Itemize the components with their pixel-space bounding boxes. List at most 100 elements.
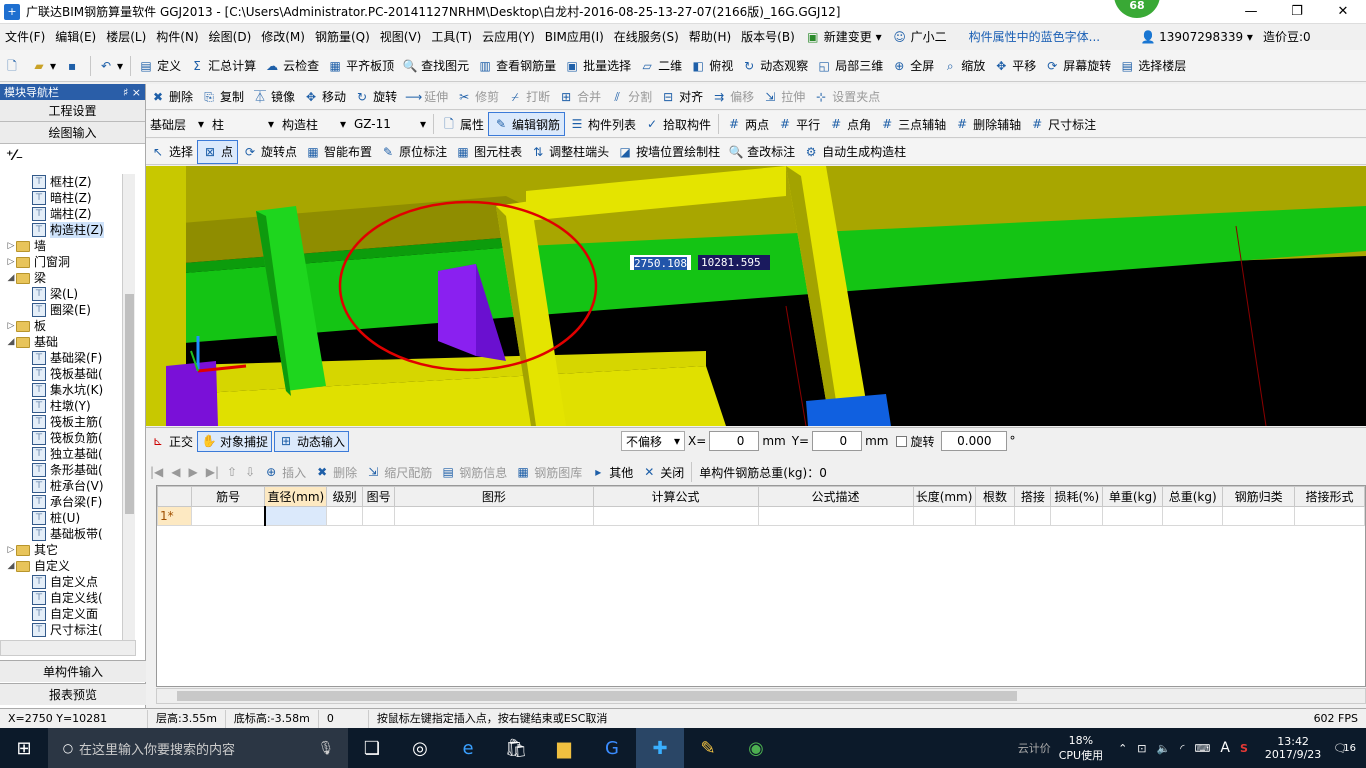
menu-item-0[interactable]: 文件(F) — [0, 25, 50, 49]
expand-collapse-tools[interactable]: ⁺⁄₋ — [0, 144, 145, 168]
draw-tool-0[interactable]: ↖ 选择 — [146, 140, 197, 164]
app-explorer[interactable]: ▆ — [540, 728, 588, 768]
ortho-toggle[interactable]: ⊾ 正交 — [146, 429, 197, 453]
column-header-2[interactable]: 直径(mm) — [264, 486, 328, 507]
coord-x-input[interactable]: 2750.108 — [630, 255, 691, 270]
edit-item-10[interactable]: ⊟ 对齐 — [656, 85, 707, 109]
edit-item-7[interactable]: ⌿ 打断 — [503, 85, 554, 109]
rebar-tool-4[interactable]: ▦ 钢筋图库 — [511, 460, 586, 484]
tray-cloud-label[interactable]: 云计价 — [1018, 740, 1051, 756]
menu-item-8[interactable]: 工具(T) — [426, 25, 477, 49]
menu-item-13[interactable]: 版本号(B) — [736, 25, 800, 49]
tree-node-9[interactable]: ▷ 板 — [4, 318, 136, 334]
draw-tool-7[interactable]: ◪ 按墙位置绘制柱 — [613, 140, 724, 164]
tree-node-16[interactable]: ⊤ 筏板负筋( — [4, 430, 136, 446]
axis-tool-2[interactable]: # 点角 — [824, 112, 875, 136]
user-account[interactable]: 👤 13907298339 ▾ — [1135, 25, 1258, 49]
edit-item-5[interactable]: ⟶ 延伸 — [401, 85, 452, 109]
menu-item-10[interactable]: BIM应用(I) — [540, 25, 609, 49]
draw-tool-4[interactable]: ✎ 原位标注 — [376, 140, 451, 164]
rebar-grid[interactable]: 筋号 直径(mm) 级别 图号 图形 计算公式 公式描述 长度(mm) 根数 搭接 损耗(%) 单重(… — [156, 485, 1366, 687]
move-down-button[interactable]: ⇩ — [241, 460, 259, 484]
tree-toggle-icon[interactable]: ▷ — [6, 542, 16, 558]
component-tool-0[interactable]: 🗋 属性 — [437, 112, 488, 136]
menu-item-1[interactable]: 编辑(E) — [50, 25, 101, 49]
open-file-button[interactable]: ▰ ▾ — [27, 54, 60, 78]
tree-node-8[interactable]: ⊤ 圈梁(E) — [4, 302, 136, 318]
tree-node-10[interactable]: ◢ 基础 — [4, 334, 136, 350]
toolbar-item-4[interactable]: 🔍 查找图元 — [398, 54, 473, 78]
draw-tool-2[interactable]: ⟳ 旋转点 — [238, 140, 301, 164]
tree-toggle-icon[interactable]: ◢ — [6, 334, 16, 350]
column-header-13[interactable]: 总重(kg) — [1162, 486, 1224, 507]
tree-node-1[interactable]: ⊤ 暗柱(Z) — [4, 190, 136, 206]
type-select[interactable]: 柱 ▾ — [208, 112, 278, 136]
cell-loss[interactable] — [1050, 506, 1104, 526]
menu-item-2[interactable]: 楼层(L) — [101, 25, 151, 49]
column-header-14[interactable]: 钢筋归类 — [1222, 486, 1296, 507]
column-header-10[interactable]: 搭接 — [1014, 486, 1052, 507]
cell-desc[interactable] — [757, 506, 914, 526]
toolbar-item-6[interactable]: ▣ 批量选择 — [560, 54, 635, 78]
tree-toggle-icon[interactable]: ◢ — [6, 270, 16, 286]
tree-toggle-icon[interactable]: ◢ — [6, 558, 16, 574]
column-header-11[interactable]: 损耗(%) — [1050, 486, 1104, 507]
tree-node-25[interactable]: ⊤ 自定义点 — [4, 574, 136, 590]
edit-item-9[interactable]: ⫽ 分割 — [605, 85, 656, 109]
edit-item-11[interactable]: ⇉ 偏移 — [707, 85, 758, 109]
tree-node-15[interactable]: ⊤ 筏板主筋( — [4, 414, 136, 430]
tree-scrollbar[interactable] — [122, 174, 135, 644]
menu-item-3[interactable]: 构件(N) — [151, 25, 203, 49]
menu-item-9[interactable]: 云应用(Y) — [477, 25, 540, 49]
tree-node-18[interactable]: ⊤ 条形基础( — [4, 462, 136, 478]
draw-tool-6[interactable]: ⇅ 调整柱端头 — [526, 140, 613, 164]
tree-node-22[interactable]: ⊤ 基础板带( — [4, 526, 136, 542]
axis-tool-4[interactable]: # 删除辅轴 — [950, 112, 1025, 136]
cell-formula[interactable] — [592, 506, 759, 526]
project-settings-button[interactable]: 工程设置 — [0, 100, 145, 122]
network-icon[interactable]: ⊡ — [1137, 742, 1146, 755]
app-glodon[interactable]: ✚ — [636, 728, 684, 768]
column-header-1[interactable]: 筋号 — [190, 486, 266, 507]
grid-hscrollbar[interactable] — [156, 688, 1366, 704]
cpu-meter[interactable]: 18% CPU使用 — [1059, 734, 1103, 763]
column-header-15[interactable]: 搭接形式 — [1294, 486, 1365, 507]
close-button[interactable]: ✕ — [1320, 0, 1366, 23]
menu-item-11[interactable]: 在线服务(S) — [609, 25, 684, 49]
dynamic-input-toggle[interactable]: ⊞ 动态输入 — [274, 430, 350, 452]
tree-node-21[interactable]: ⊤ 桩(U) — [4, 510, 136, 526]
ime-indicator[interactable]: A — [1220, 740, 1230, 756]
prev-record-button[interactable]: ◀ — [167, 460, 184, 484]
column-header-8[interactable]: 长度(mm) — [912, 486, 976, 507]
menu-new-change[interactable]: ▣ 新建变更 ▾ — [800, 25, 887, 49]
cell-count[interactable] — [974, 506, 1016, 526]
object-snap-toggle[interactable]: ✋ 对象捕捉 — [197, 430, 273, 452]
cell-length[interactable] — [912, 506, 976, 526]
first-record-button[interactable]: |◀ — [146, 460, 167, 484]
tree-node-3[interactable]: ⊤ 构造柱(Z) — [4, 222, 136, 238]
menu-item-7[interactable]: 视图(V) — [375, 25, 427, 49]
edit-item-13[interactable]: ⊹ 设置夹点 — [809, 85, 884, 109]
tree-node-11[interactable]: ⊤ 基础梁(F) — [4, 350, 136, 366]
x-offset-input[interactable]: 0 — [709, 431, 760, 451]
tree-toggle-icon[interactable]: ▷ — [6, 238, 16, 254]
edit-item-4[interactable]: ↻ 旋转 — [350, 85, 401, 109]
tree-node-17[interactable]: ⊤ 独立基础( — [4, 446, 136, 462]
draw-tool-9[interactable]: ⚙ 自动生成构造柱 — [799, 140, 910, 164]
drawing-input-button[interactable]: 绘图输入 — [0, 122, 145, 144]
rotate-angle-input[interactable]: 0.000 — [940, 431, 1007, 451]
toolbar-item-8[interactable]: ◧ 俯视 — [686, 54, 737, 78]
rebar-tool-2[interactable]: ⇲ 缩尺配筋 — [361, 460, 436, 484]
cell-lap[interactable] — [1014, 506, 1052, 526]
column-header-12[interactable]: 单重(kg) — [1102, 486, 1164, 507]
sogou-icon[interactable]: S — [1240, 742, 1248, 755]
coord-y-input[interactable]: 10281.595 — [698, 255, 770, 270]
component-tool-3[interactable]: ✓ 拾取构件 — [640, 112, 715, 136]
rebar-tool-0[interactable]: ⊕ 插入 — [259, 460, 310, 484]
tree-node-6[interactable]: ◢ 梁 — [4, 270, 136, 286]
cell-total-weight[interactable] — [1162, 506, 1224, 526]
menu-item-6[interactable]: 钢筋量(Q) — [310, 25, 375, 49]
microphone-icon[interactable]: 🎙 — [317, 741, 334, 756]
rebar-tool-5[interactable]: ▸ 其他 — [586, 460, 637, 484]
volume-icon[interactable]: 🔈 — [1157, 742, 1171, 755]
